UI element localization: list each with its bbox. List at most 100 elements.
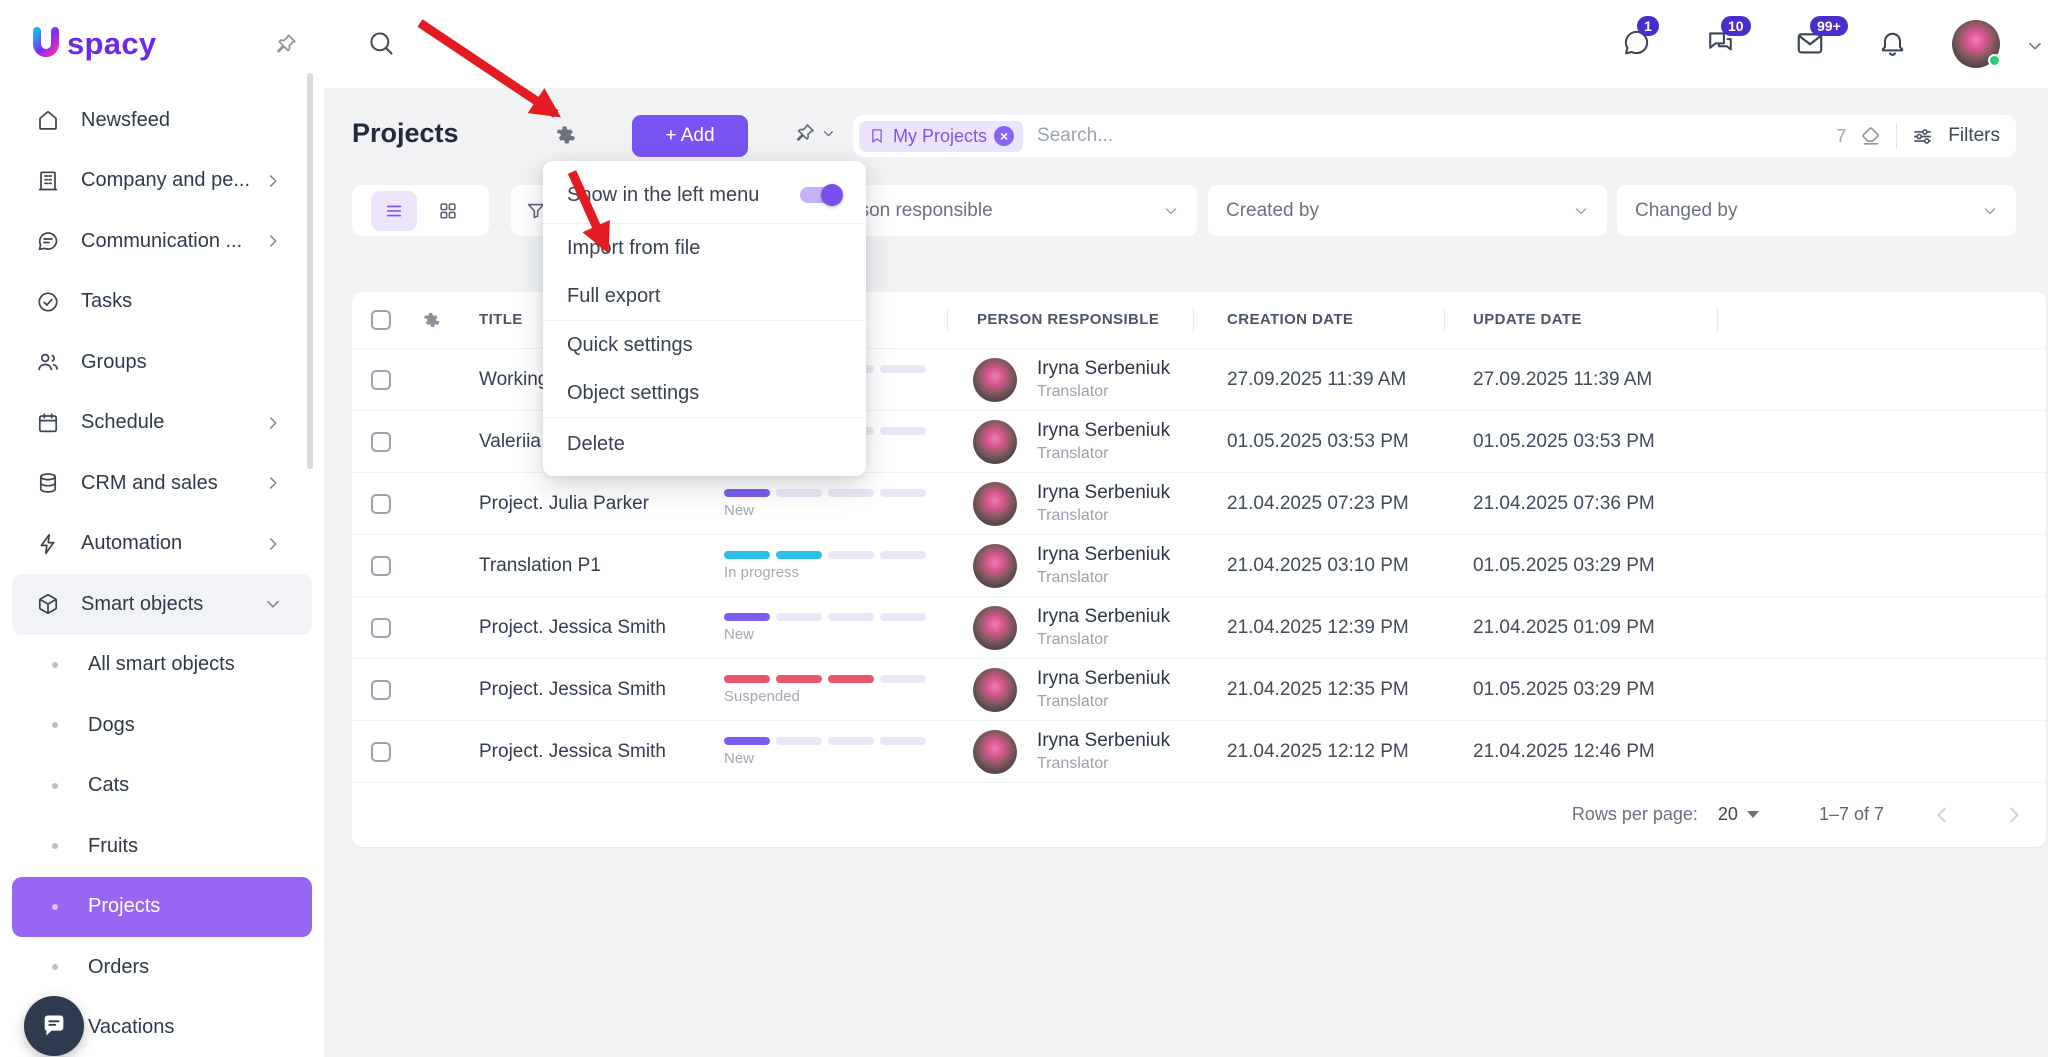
column-created[interactable]: CREATION DATE: [1227, 292, 1353, 348]
notifications-bell-icon[interactable]: [1878, 28, 1907, 57]
pin-sidebar-icon[interactable]: [274, 32, 298, 56]
table-row[interactable]: Project. Jessica Smith New Iryna Serbeni…: [352, 596, 2046, 658]
row-title[interactable]: Project. Jessica Smith: [479, 721, 666, 783]
person-name[interactable]: Iryna Serbeniuk: [1037, 668, 1170, 690]
table-row[interactable]: Project. Jessica Smith Suspended Iryna S…: [352, 658, 2046, 720]
sidebar-item-schedule[interactable]: Schedule: [0, 393, 324, 454]
menu-item-full-export[interactable]: Full export: [543, 272, 866, 320]
sidebar-item-automation[interactable]: Automation: [0, 514, 324, 575]
sidebar-subitem-label: Dogs: [88, 714, 135, 737]
filters-tune-icon[interactable]: [1911, 125, 1934, 148]
person-avatar: [973, 358, 1017, 402]
row-title[interactable]: Working: [479, 349, 548, 411]
row-checkbox[interactable]: [371, 742, 391, 762]
clear-filters-eraser-icon[interactable]: [1860, 125, 1882, 147]
grid-view-button[interactable]: [425, 191, 471, 231]
sidebar-item-smart-objects[interactable]: Smart objects: [12, 574, 312, 635]
sidebar-subitem-cats[interactable]: Cats: [0, 756, 324, 817]
table-row[interactable]: Project. Julia Parker New Iryna Serbeniu…: [352, 472, 2046, 534]
sidebar-item-company-and-pe[interactable]: Company and pe...: [0, 151, 324, 212]
messenger-badge: 10: [1721, 16, 1751, 36]
created-by-select[interactable]: Created by: [1208, 185, 1607, 236]
chevron-right-icon: [262, 412, 284, 434]
table-row[interactable]: Translation P1 In progress Iryna Serbeni…: [352, 534, 2046, 596]
show-in-left-menu-toggle[interactable]: [800, 187, 840, 203]
row-checkbox[interactable]: [371, 432, 391, 452]
person-name[interactable]: Iryna Serbeniuk: [1037, 482, 1170, 504]
add-button[interactable]: + Add: [632, 115, 748, 157]
column-title[interactable]: TITLE: [479, 292, 523, 348]
person-cell: Iryna Serbeniuk Translator: [1037, 482, 1170, 525]
person-name[interactable]: Iryna Serbeniuk: [1037, 606, 1170, 628]
sidebar-subitem-all-smart-objects[interactable]: All smart objects: [0, 635, 324, 696]
person-role: Translator: [1037, 445, 1170, 463]
row-checkbox[interactable]: [371, 618, 391, 638]
menu-item-quick-settings[interactable]: Quick settings: [543, 321, 866, 369]
messenger-button[interactable]: 10: [1706, 28, 1735, 57]
column-separator: [947, 308, 948, 332]
row-title[interactable]: Project. Julia Parker: [479, 473, 649, 535]
table-row[interactable]: Project. Jessica Smith New Iryna Serbeni…: [352, 720, 2046, 782]
row-checkbox[interactable]: [371, 556, 391, 576]
menu-item-delete[interactable]: Delete: [543, 418, 866, 470]
chat-launcher-button[interactable]: [24, 996, 84, 1056]
select-all-checkbox[interactable]: [371, 310, 391, 330]
person-avatar: [973, 482, 1017, 526]
changed-by-select[interactable]: Changed by: [1617, 185, 2016, 236]
creation-date: 21.04.2025 12:12 PM: [1227, 721, 1409, 783]
person-name[interactable]: Iryna Serbeniuk: [1037, 544, 1170, 566]
sidebar-item-newsfeed[interactable]: Newsfeed: [0, 90, 324, 151]
sidebar-item-crm-and-sales[interactable]: CRM and sales: [0, 453, 324, 514]
column-updated[interactable]: UPDATE DATE: [1473, 292, 1582, 348]
search-bar[interactable]: My Projects × Search... 7 Filters: [853, 115, 2016, 157]
profile-chevron-down-icon[interactable]: [2024, 35, 2046, 57]
table-settings-gear-icon[interactable]: [420, 309, 442, 336]
mail-button[interactable]: 99+: [1795, 28, 1825, 58]
my-projects-filter-chip[interactable]: My Projects ×: [859, 121, 1023, 152]
sidebar-subitem-projects[interactable]: Projects: [12, 877, 312, 938]
filters-button[interactable]: Filters: [1948, 125, 2000, 147]
menu-item-show-in-left-menu[interactable]: Show in the left menu: [543, 167, 866, 223]
row-title[interactable]: Project. Jessica Smith: [479, 659, 666, 721]
prev-page-button[interactable]: [1928, 801, 1956, 829]
comments-button[interactable]: 1: [1622, 28, 1651, 57]
person-responsible-select[interactable]: Person responsible: [812, 185, 1197, 236]
pinned-views-dropdown[interactable]: [794, 122, 837, 144]
user-avatar[interactable]: [1952, 20, 2000, 68]
row-title[interactable]: Project. Jessica Smith: [479, 597, 666, 659]
search-input[interactable]: Search...: [1037, 125, 1822, 147]
person-name[interactable]: Iryna Serbeniuk: [1037, 730, 1170, 752]
sidebar-subitem-dogs[interactable]: Dogs: [0, 695, 324, 756]
person-name[interactable]: Iryna Serbeniuk: [1037, 358, 1170, 380]
person-name[interactable]: Iryna Serbeniuk: [1037, 420, 1170, 442]
menu-item-import-from-file[interactable]: Import from file: [543, 224, 866, 272]
rows-per-page-select[interactable]: 20: [1718, 804, 1759, 825]
sidebar-item-label: Tasks: [81, 290, 132, 313]
update-date: 27.09.2025 11:39 AM: [1473, 349, 1652, 411]
sidebar-subitem-orders[interactable]: Orders: [0, 937, 324, 998]
chip-close-icon[interactable]: ×: [994, 126, 1014, 146]
list-view-button[interactable]: [371, 191, 417, 231]
menu-item-object-settings[interactable]: Object settings: [543, 369, 866, 417]
sidebar-subitem-fruits[interactable]: Fruits: [0, 816, 324, 877]
bullet-dot: [52, 964, 58, 970]
uspacy-logo[interactable]: spacy: [26, 24, 156, 64]
row-checkbox[interactable]: [371, 494, 391, 514]
object-settings-gear-icon[interactable]: [552, 122, 578, 153]
row-checkbox[interactable]: [371, 370, 391, 390]
next-page-button[interactable]: [2000, 801, 2028, 829]
topbar: 1 10 99+: [324, 0, 2048, 88]
chevron-right-icon: [262, 472, 284, 494]
global-search-icon[interactable]: [367, 29, 395, 57]
sidebar-item-communication[interactable]: Communication ...: [0, 211, 324, 272]
coins-icon: [36, 471, 60, 495]
sidebar-subitem-label: Vacations: [88, 1016, 174, 1039]
sidebar-item-tasks[interactable]: Tasks: [0, 272, 324, 333]
sidebar-item-groups[interactable]: Groups: [0, 332, 324, 393]
update-date: 21.04.2025 07:36 PM: [1473, 473, 1655, 535]
row-title[interactable]: Valeriia: [479, 411, 541, 473]
row-title[interactable]: Translation P1: [479, 535, 601, 597]
column-person[interactable]: PERSON RESPONSIBLE: [977, 292, 1159, 348]
sidebar-scrollbar[interactable]: [307, 73, 313, 469]
row-checkbox[interactable]: [371, 680, 391, 700]
